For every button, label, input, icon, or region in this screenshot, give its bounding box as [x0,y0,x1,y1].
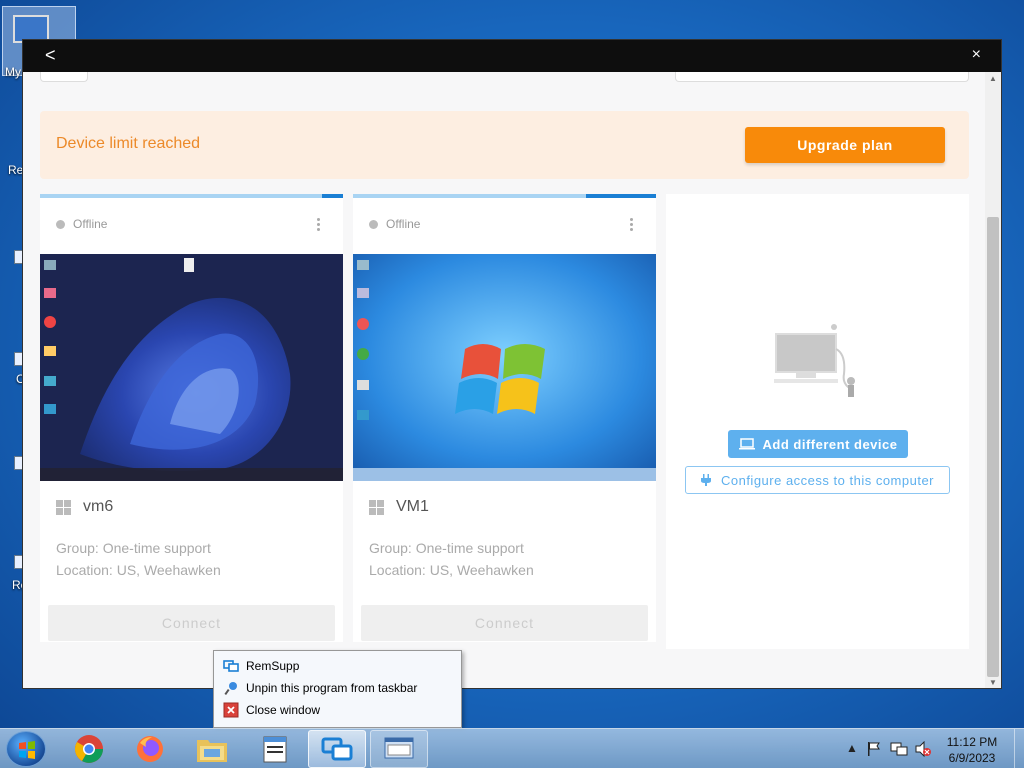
device-progress-bar [353,194,656,198]
device-limit-banner: Device limit reached Upgrade plan [40,111,969,179]
computer-illustration-icon [774,324,855,397]
remsupp-window: < × Device limit reached Upgrade plan Of… [22,39,1002,689]
remsupp-icon [321,737,353,761]
taskbar-keyboard-app[interactable] [370,730,428,768]
device-name: VM1 [369,498,429,516]
configure-access-label: Configure access to this computer [720,472,935,488]
my-computer-label: My [5,65,21,79]
back-button[interactable]: < [45,45,56,66]
device-status: Offline [369,217,420,231]
show-hidden-icons-icon[interactable]: ▲ [846,741,858,755]
add-device-card: Add different device Configure access to… [666,194,969,649]
device-group: Group: One-time support [369,540,524,556]
connect-button[interactable]: Connect [48,605,335,641]
jumplist-item-remsupp[interactable]: RemSupp [214,655,461,677]
volume-muted-icon[interactable] [914,741,932,757]
windows-logo-icon [19,741,35,759]
taskbar-file-explorer[interactable] [183,730,241,768]
windows-icon [56,499,71,515]
taskbar-firefox[interactable] [121,730,179,768]
status-dot-icon [56,219,65,229]
close-window-icon [223,702,239,718]
top-left-control[interactable] [40,72,88,82]
windows-icon [369,499,384,515]
network-icon[interactable] [890,741,908,757]
status-label: Offline [386,217,421,231]
close-button[interactable]: × [972,46,981,64]
start-button[interactable] [6,731,46,767]
scroll-down-arrow-icon[interactable]: ▼ [985,676,1001,688]
unpin-icon [224,682,237,696]
scroll-up-arrow-icon[interactable]: ▲ [985,72,1001,86]
device-location: Location: US, Weehawken [56,562,221,578]
taskbar-notepad[interactable] [246,730,304,768]
jumplist-item-label: Unpin this program from taskbar [246,681,418,695]
show-desktop-button[interactable] [1014,729,1024,768]
device-name-label: vm6 [83,498,114,515]
remsupp-icon [223,660,239,672]
more-options-icon[interactable] [630,216,636,233]
action-center-flag-icon[interactable] [866,741,882,757]
add-device-label: Add different device [762,436,898,452]
folder-icon [197,740,227,762]
device-card-vm1[interactable]: Offline VM1 Group: One-time support Loca… [353,194,656,642]
status-label: Offline [73,217,108,231]
device-limit-message: Device limit reached [56,135,201,152]
vertical-scrollbar[interactable]: ▲ ▼ [985,72,1001,688]
configure-access-button[interactable]: Configure access to this computer [685,466,950,494]
jumplist-item-label: RemSupp [246,659,300,673]
devices-page: Device limit reached Upgrade plan Offlin… [23,72,986,688]
jumplist-item-close-window[interactable]: Close window [214,699,461,721]
notepad-icon [263,736,287,763]
device-group: Group: One-time support [56,540,211,556]
clock-time: 11:12 PM [946,735,998,749]
device-card-vm6[interactable]: Offline vm6 Group: One-time support Loca… [40,194,343,642]
status-dot-icon [369,219,378,229]
laptop-icon [738,438,755,450]
device-location: Location: US, Weehawken [369,562,534,578]
connect-button[interactable]: Connect [361,605,648,641]
upgrade-plan-button[interactable]: Upgrade plan [745,127,945,163]
scrollbar-thumb[interactable] [987,217,999,677]
title-bar: < × [23,40,1001,72]
firefox-icon [137,736,163,762]
taskbar: ▲ 11:12 PM 6/9/2023 [0,728,1024,768]
device-screenshot-thumbnail[interactable] [40,254,343,481]
device-progress-bar [40,194,343,198]
system-clock[interactable]: 11:12 PM 6/9/2023 [937,734,1007,766]
plug-icon [700,474,711,486]
progress-fill [321,194,343,198]
taskbar-remsupp[interactable] [308,730,366,768]
jumplist-item-label: Close window [246,703,321,717]
keyboard-window-icon [384,737,414,759]
search-field[interactable] [675,72,969,82]
device-status: Offline [56,217,107,231]
chrome-icon [75,735,103,763]
device-name-label: VM1 [396,498,429,515]
jumplist-item-unpin[interactable]: Unpin this program from taskbar [214,677,461,699]
device-name: vm6 [56,498,113,516]
more-options-icon[interactable] [317,216,323,233]
taskbar-jump-list: RemSupp Unpin this program from taskbar … [213,650,462,728]
progress-fill [586,194,656,198]
clock-date: 6/9/2023 [948,751,996,765]
taskbar-chrome[interactable] [60,730,118,768]
add-different-device-button[interactable]: Add different device [728,430,908,458]
device-screenshot-thumbnail[interactable] [353,254,656,481]
